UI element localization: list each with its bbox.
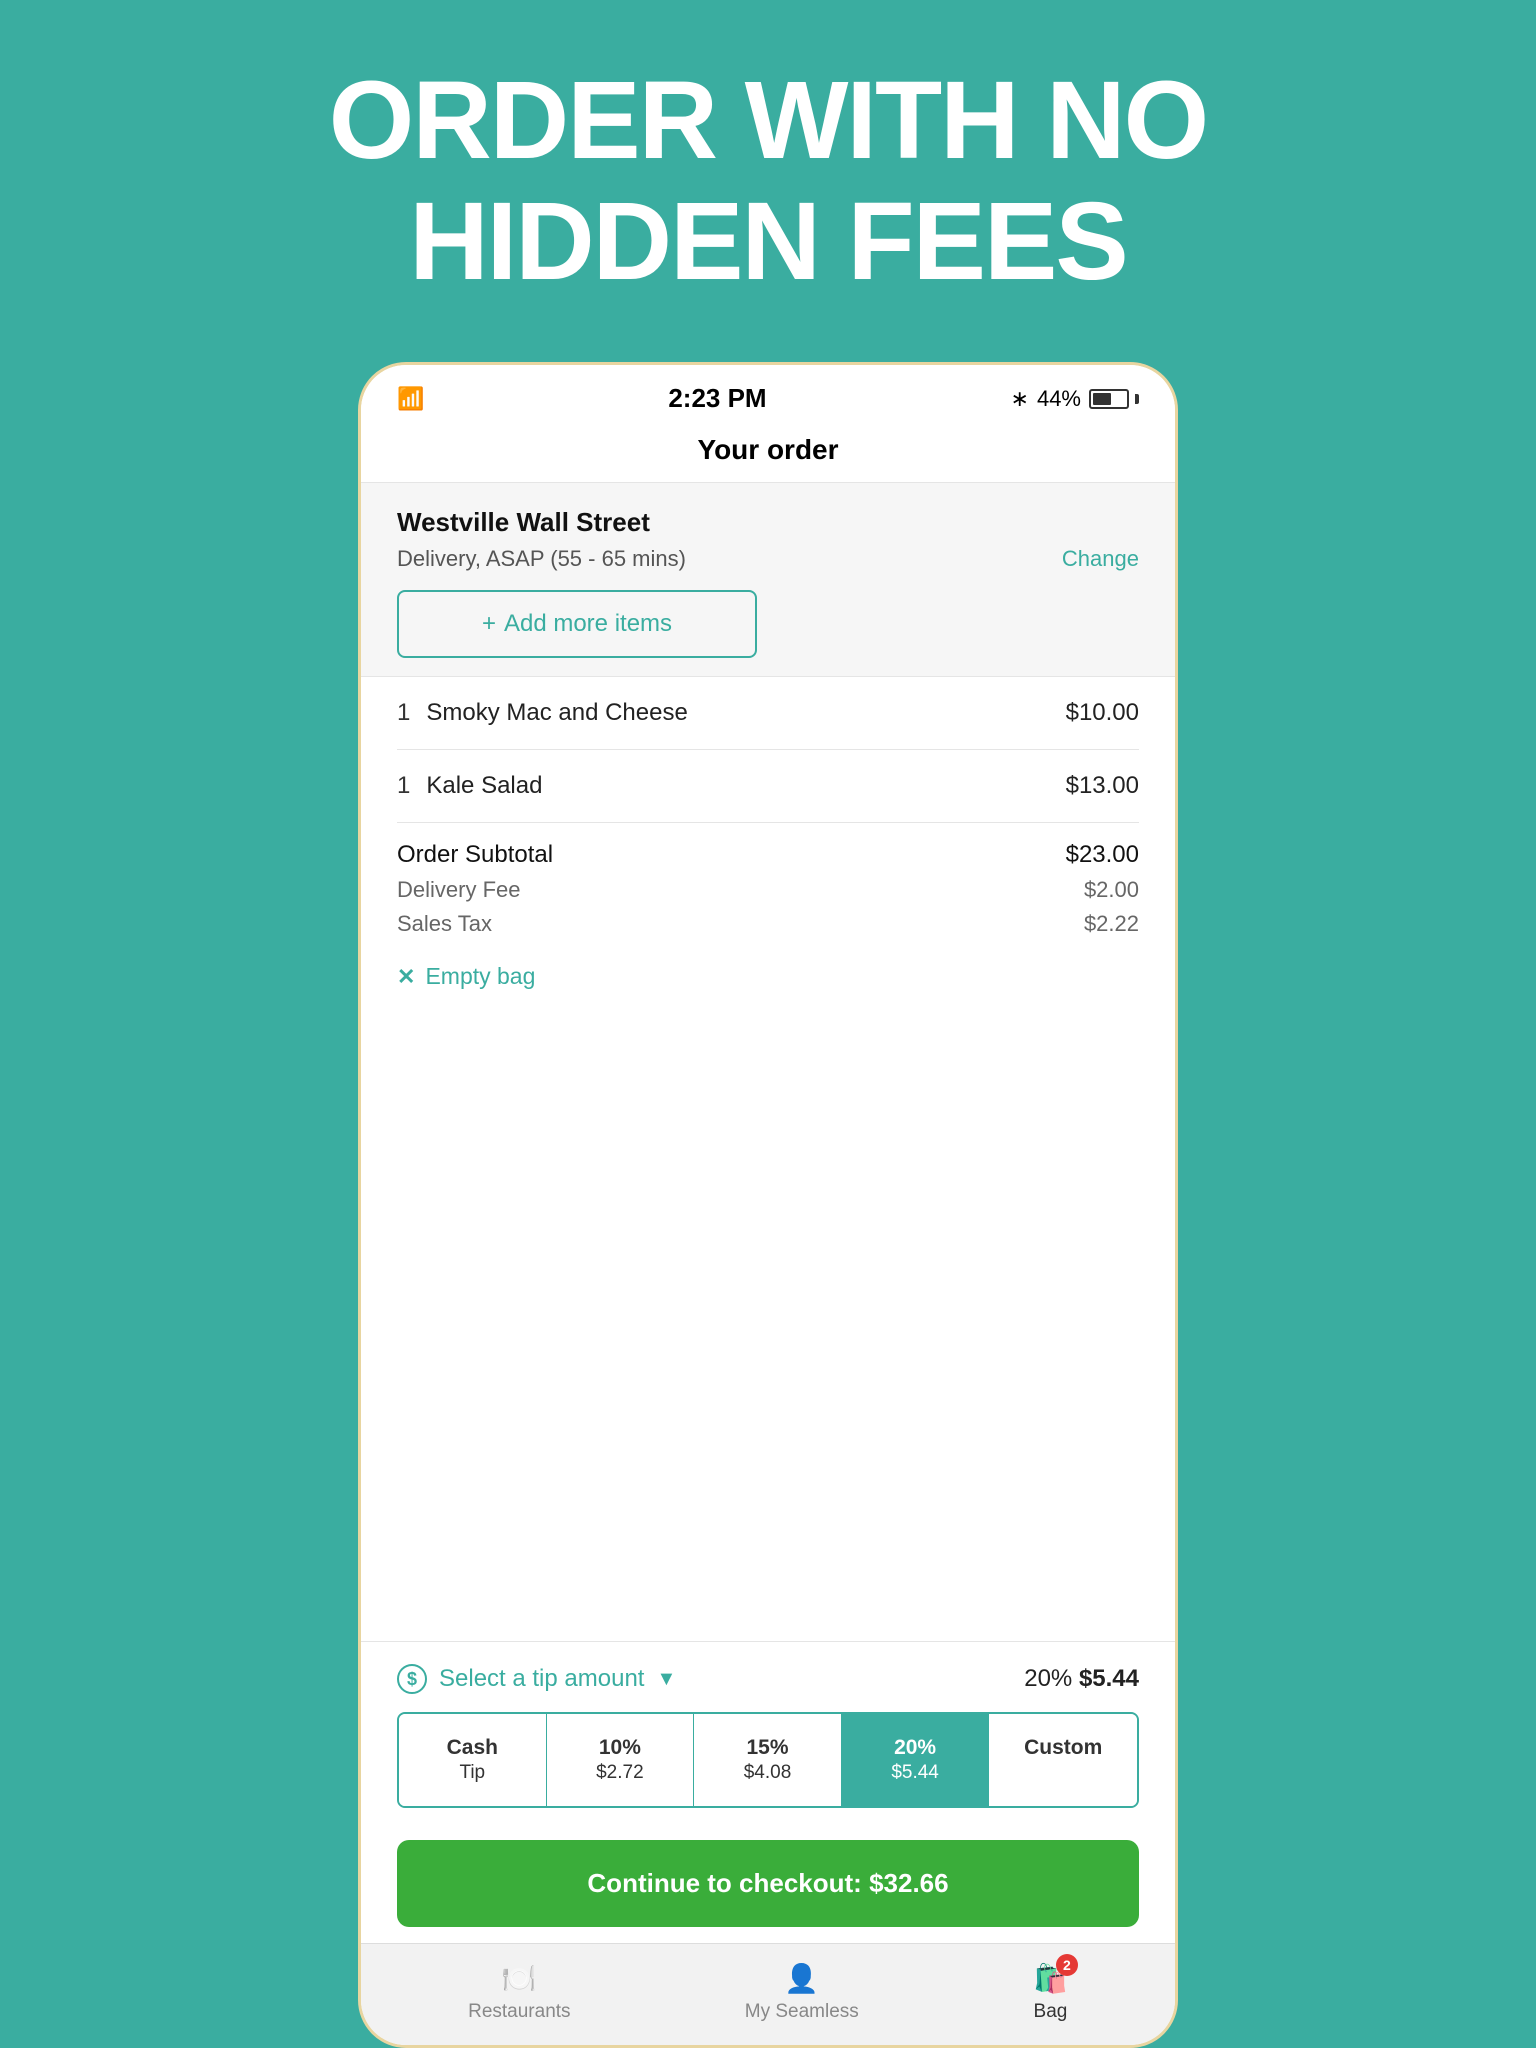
subtotal-section: Order Subtotal $23.00 Delivery Fee $2.00… <box>361 823 1175 945</box>
tip-20-val: $5.44 <box>850 1761 981 1786</box>
tip-20-pct: 20% <box>850 1734 981 1761</box>
status-right: ∗ 44% <box>1011 386 1139 412</box>
tip-button-custom[interactable]: Custom <box>989 1714 1137 1806</box>
chevron-down-icon: ▼ <box>656 1668 676 1691</box>
x-icon: ✕ <box>397 964 415 990</box>
tip-amount-display: 20% $5.44 <box>1024 1665 1139 1693</box>
item-qty: 1 <box>397 772 410 800</box>
change-link[interactable]: Change <box>1062 546 1139 572</box>
headline-text: ORDER WITH NOHIDDEN FEES <box>249 60 1287 302</box>
my-seamless-label: My Seamless <box>745 2001 859 2023</box>
content-area <box>361 1008 1175 1641</box>
tip-15-pct: 15% <box>702 1734 833 1761</box>
empty-bag-label: Empty bag <box>425 963 535 990</box>
delivery-fee-label: Delivery Fee <box>397 877 520 903</box>
restaurants-icon: 🍽️ <box>502 1962 537 1995</box>
tip-button-15pct[interactable]: 15% $4.08 <box>694 1714 842 1806</box>
continue-checkout-button[interactable]: Continue to checkout: $32.66 <box>397 1840 1139 1927</box>
item-name: Kale Salad <box>426 772 542 800</box>
sales-tax-value: $2.22 <box>1084 911 1139 937</box>
order-subtotal-row: Order Subtotal $23.00 <box>397 841 1139 869</box>
tip-button-20pct[interactable]: 20% $5.44 <box>842 1714 990 1806</box>
sidebar-item-my-seamless[interactable]: 👤 My Seamless <box>745 1962 859 2023</box>
tip-select-left[interactable]: $ Select a tip amount ▼ <box>397 1664 676 1694</box>
empty-bag-button[interactable]: ✕ Empty bag <box>361 945 1175 1008</box>
my-seamless-icon: 👤 <box>784 1962 819 1995</box>
sales-tax-label: Sales Tax <box>397 911 492 937</box>
status-bar: 📶 2:23 PM ∗ 44% <box>361 365 1175 424</box>
item-qty: 1 <box>397 699 410 727</box>
dollar-icon: $ <box>397 1664 427 1694</box>
phone-frame: 📶 2:23 PM ∗ 44% Your order Westville Wal… <box>358 362 1178 2048</box>
sidebar-item-bag[interactable]: 🛍️ 2 Bag <box>1033 1962 1068 2023</box>
select-tip-label: Select a tip amount <box>439 1665 644 1693</box>
sales-tax-row: Sales Tax $2.22 <box>397 911 1139 937</box>
tip-section: $ Select a tip amount ▼ 20% $5.44 Cash T… <box>361 1641 1175 1824</box>
bottom-nav: 🍽️ Restaurants 👤 My Seamless 🛍️ 2 Bag <box>361 1943 1175 2045</box>
tip-buttons-group: Cash Tip 10% $2.72 15% $4.08 20% $5.44 C… <box>397 1712 1139 1808</box>
add-items-button[interactable]: + Add more items <box>397 590 757 658</box>
wifi-icon: 📶 <box>397 386 424 412</box>
tip-button-10pct[interactable]: 10% $2.72 <box>547 1714 695 1806</box>
headline: ORDER WITH NOHIDDEN FEES <box>249 0 1287 302</box>
tip-10-val: $2.72 <box>555 1761 686 1786</box>
restaurant-name: Westville Wall Street <box>397 507 1139 538</box>
battery-icon <box>1089 389 1139 409</box>
bag-icon-wrapper: 🛍️ 2 <box>1033 1962 1068 1995</box>
tip-button-cash[interactable]: Cash Tip <box>399 1714 547 1806</box>
item-price: $10.00 <box>1066 699 1139 727</box>
tip-10-pct: 10% <box>555 1734 686 1761</box>
sidebar-item-restaurants[interactable]: 🍽️ Restaurants <box>468 1962 570 2023</box>
order-items-section: 1 Smoky Mac and Cheese $10.00 1 Kale Sal… <box>361 677 1175 823</box>
add-items-label: Add more items <box>504 610 672 638</box>
tip-cash-val: Tip <box>407 1761 538 1786</box>
tip-custom-label: Custom <box>997 1734 1129 1761</box>
bag-label: Bag <box>1034 2001 1068 2023</box>
restaurants-label: Restaurants <box>468 2001 570 2023</box>
time-display: 2:23 PM <box>668 383 766 414</box>
table-row: 1 Kale Salad $13.00 <box>397 750 1139 823</box>
bluetooth-icon: ∗ <box>1011 386 1029 412</box>
tip-cash-pct: Cash <box>407 1734 538 1761</box>
page-title: Your order <box>361 424 1175 483</box>
plus-icon: + <box>482 610 496 638</box>
subtotal-label: Order Subtotal <box>397 841 553 869</box>
tip-value-label: $5.44 <box>1079 1665 1139 1692</box>
battery-pct: 44% <box>1037 386 1081 412</box>
delivery-text: Delivery, ASAP (55 - 65 mins) <box>397 546 686 572</box>
tip-15-val: $4.08 <box>702 1761 833 1786</box>
subtotal-value: $23.00 <box>1066 841 1139 869</box>
tip-header: $ Select a tip amount ▼ 20% $5.44 <box>397 1664 1139 1694</box>
bag-badge: 2 <box>1056 1954 1078 1976</box>
delivery-info: Delivery, ASAP (55 - 65 mins) Change <box>397 546 1139 572</box>
table-row: 1 Smoky Mac and Cheese $10.00 <box>397 677 1139 750</box>
restaurant-section: Westville Wall Street Delivery, ASAP (55… <box>361 483 1175 677</box>
tip-pct-label: 20% <box>1024 1665 1072 1692</box>
delivery-fee-row: Delivery Fee $2.00 <box>397 877 1139 903</box>
item-price: $13.00 <box>1066 772 1139 800</box>
delivery-fee-value: $2.00 <box>1084 877 1139 903</box>
item-name: Smoky Mac and Cheese <box>426 699 687 727</box>
